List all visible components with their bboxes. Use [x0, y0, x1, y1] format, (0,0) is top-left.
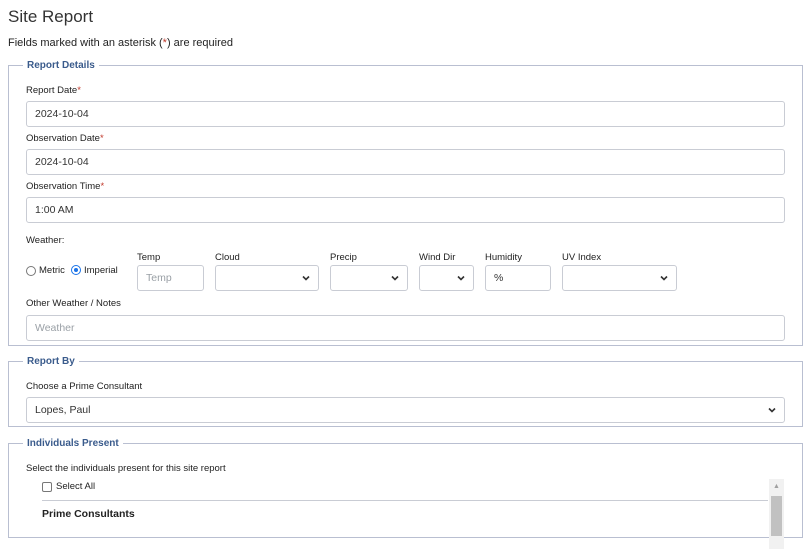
select-all-label: Select All	[56, 481, 96, 492]
select-all-checkbox[interactable]	[42, 482, 52, 492]
chevron-down-icon	[391, 274, 399, 282]
temp-label: Temp	[137, 252, 161, 263]
temp-input[interactable]: Temp	[137, 265, 204, 291]
report-details-legend: Report Details	[27, 60, 95, 71]
required-fields-note: Fields marked with an asterisk (*) are r…	[8, 37, 233, 49]
notes-input[interactable]: Weather	[26, 315, 785, 341]
scroll-thumb[interactable]	[771, 496, 782, 536]
report-by-legend: Report By	[27, 356, 75, 367]
humidity-input[interactable]: %	[485, 265, 551, 291]
scrollbar[interactable]: ▲	[769, 479, 784, 549]
chevron-down-icon	[660, 274, 668, 282]
individuals-present-legend: Individuals Present	[27, 438, 119, 449]
report-by-section: Report By Choose a Prime Consultant Lope…	[8, 356, 803, 427]
individuals-present-section: Individuals Present Select the individua…	[8, 438, 803, 549]
notes-label: Other Weather / Notes	[26, 298, 121, 309]
observation-date-input[interactable]: 2024-10-04	[26, 149, 785, 175]
observation-time-label: Observation Time*	[26, 181, 105, 192]
weather-label: Weather:	[26, 235, 65, 246]
observation-date-label: Observation Date*	[26, 133, 104, 144]
chevron-down-icon	[768, 406, 776, 414]
imperial-radio[interactable]	[71, 265, 81, 275]
precip-label: Precip	[330, 252, 357, 263]
wind-dir-label: Wind Dir	[419, 252, 456, 263]
humidity-label: Humidity	[485, 252, 522, 263]
wind-dir-select[interactable]	[419, 265, 474, 291]
prime-consultants-heading: Prime Consultants	[42, 508, 135, 520]
cloud-label: Cloud	[215, 252, 240, 263]
scroll-up-arrow-icon[interactable]: ▲	[769, 479, 784, 495]
chevron-down-icon	[302, 274, 310, 282]
chevron-down-icon	[457, 274, 465, 282]
report-details-section: Report Details Report Date* 2024-10-04 O…	[8, 60, 803, 346]
uv-index-select[interactable]	[562, 265, 677, 291]
cloud-select[interactable]	[215, 265, 319, 291]
consultant-label: Choose a Prime Consultant	[26, 381, 143, 392]
individuals-instruction: Select the individuals present for this …	[26, 463, 226, 474]
observation-time-input[interactable]: 1:00 AM	[26, 197, 785, 223]
report-date-label: Report Date*	[26, 85, 81, 96]
report-date-input[interactable]: 2024-10-04	[26, 101, 785, 127]
metric-radio[interactable]	[26, 266, 36, 276]
imperial-radio-label: Imperial	[84, 265, 118, 276]
page-title: Site Report	[8, 7, 94, 26]
uv-index-label: UV Index	[562, 252, 602, 263]
divider	[42, 500, 768, 501]
precip-select[interactable]	[330, 265, 408, 291]
consultant-select[interactable]: Lopes, Paul	[26, 397, 785, 423]
metric-radio-label: Metric	[39, 265, 65, 276]
